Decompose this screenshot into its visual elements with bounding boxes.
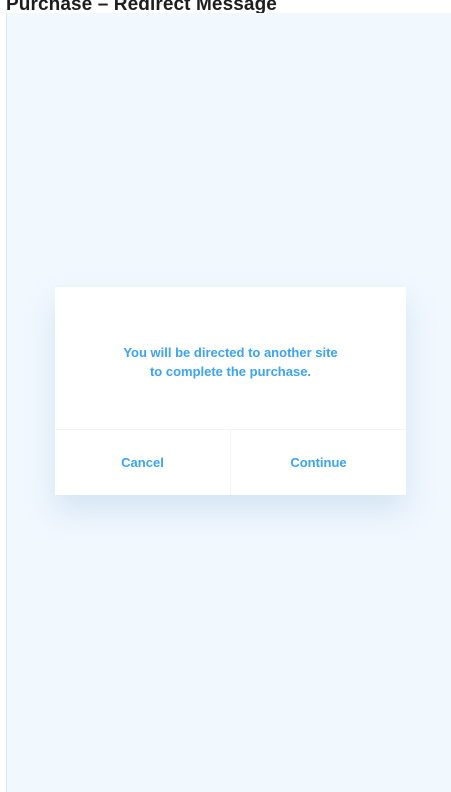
dialog-message-line-2: to complete the purchase. [149,364,312,379]
cancel-button[interactable]: Cancel [55,430,230,495]
continue-button[interactable]: Continue [230,430,406,495]
dialog-message: You will be directed to another site to … [55,343,406,381]
dialog-message-line-1: You will be directed to another site [123,345,338,360]
phone-screen: You will be directed to another site to … [6,13,451,792]
dialog-actions: Cancel Continue [55,430,406,495]
redirect-dialog: You will be directed to another site to … [55,287,406,495]
